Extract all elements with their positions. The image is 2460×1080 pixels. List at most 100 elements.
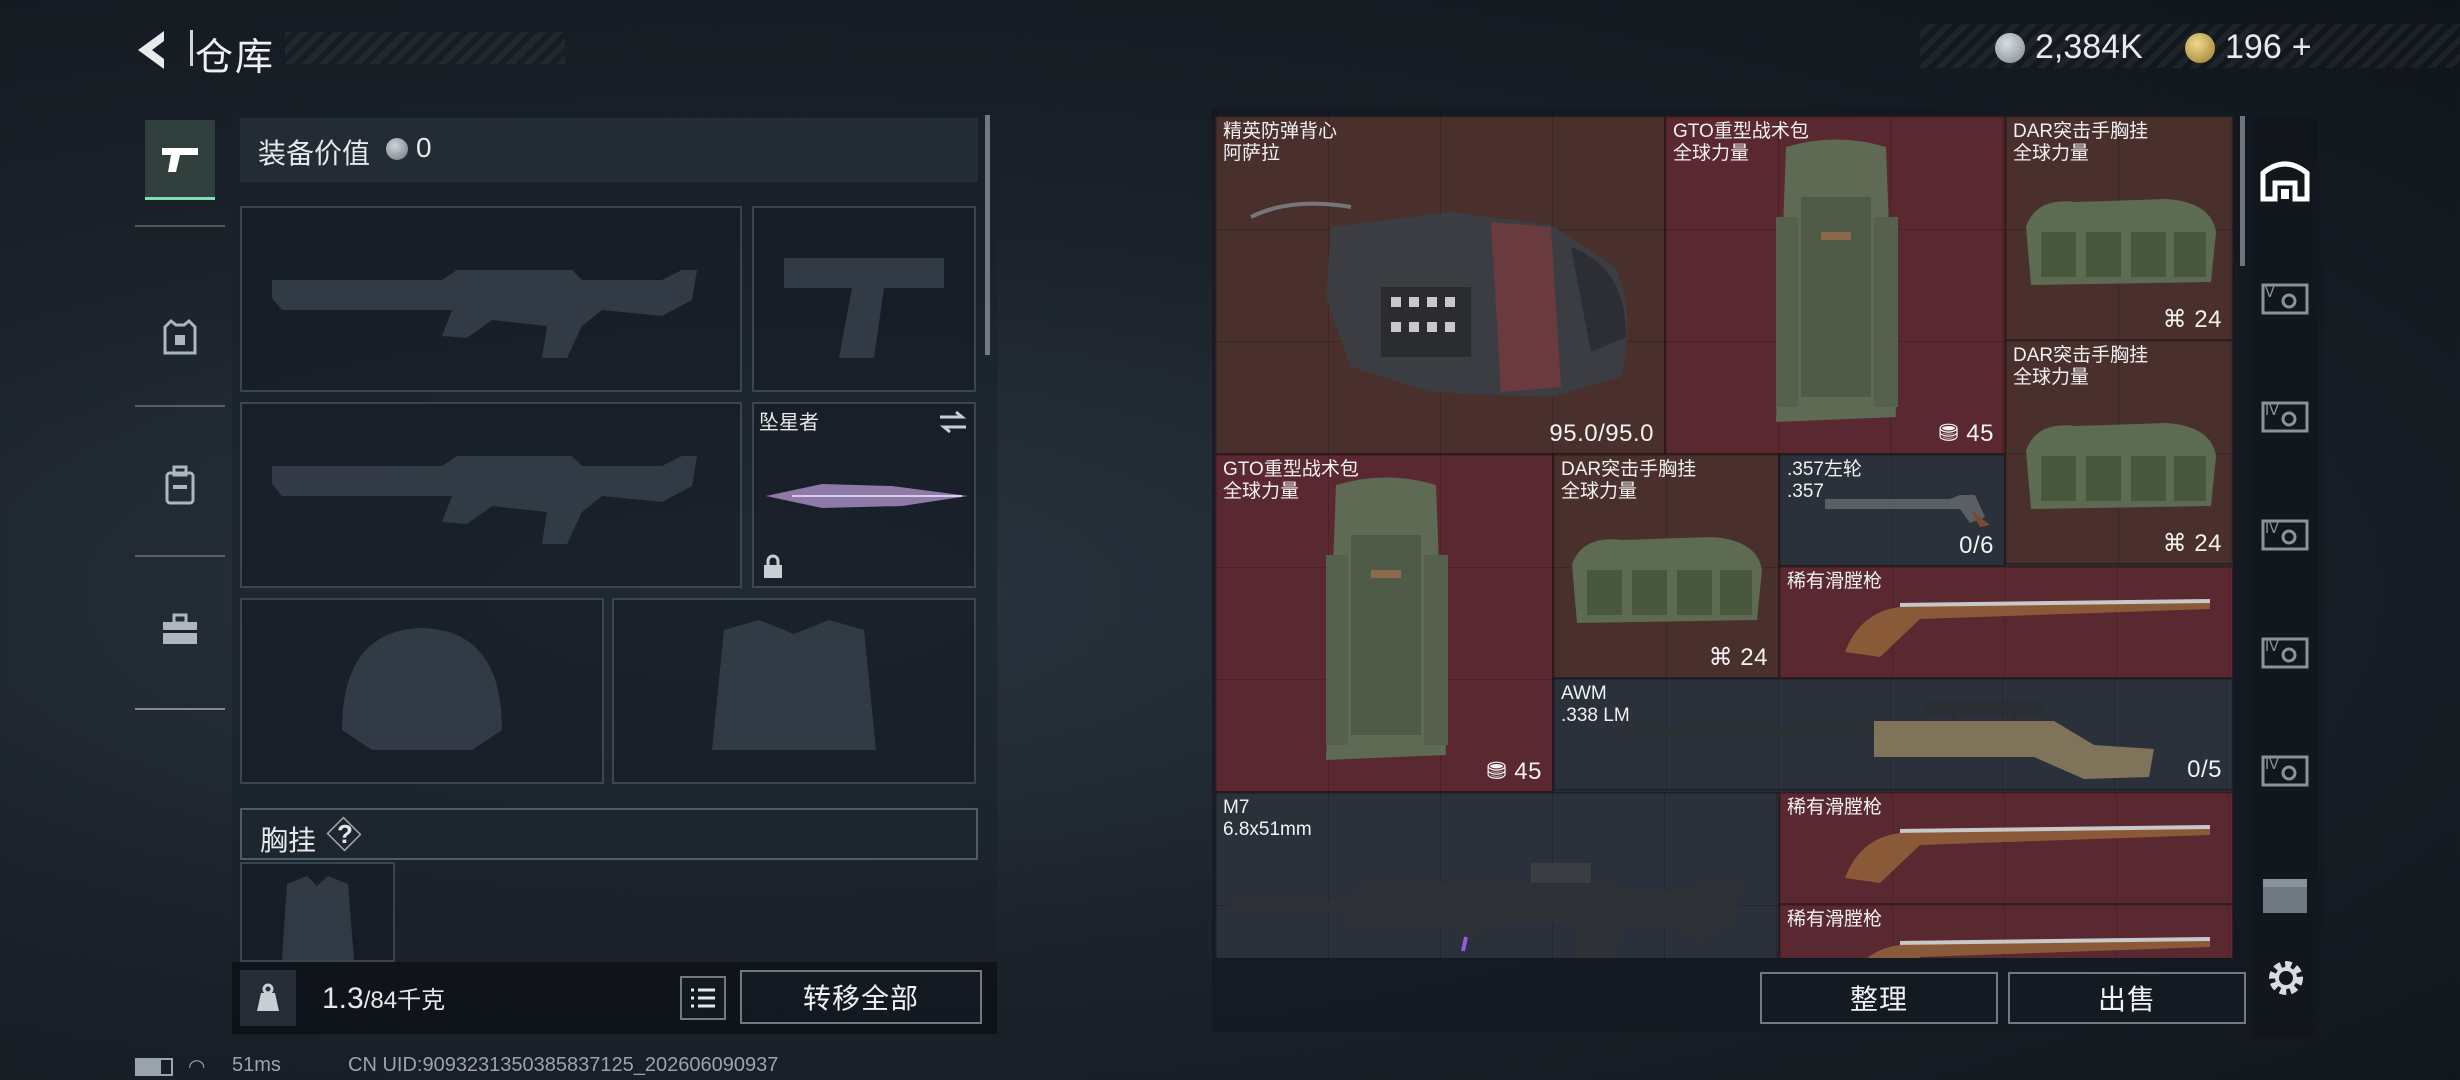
musket-icon: [1845, 825, 2211, 883]
tab-weapons[interactable]: [145, 120, 215, 200]
armor-vest-icon: [1250, 201, 1628, 397]
tab-storage-case-IV-1[interactable]: IV: [2256, 386, 2314, 444]
transfer-all-button[interactable]: 转移全部: [740, 970, 982, 1024]
weight-icon-box: [240, 970, 296, 1026]
list-icon: [691, 988, 715, 1008]
secondary-weapon-slot[interactable]: [240, 402, 742, 588]
svg-text:V: V: [2265, 285, 2275, 301]
item-capacity: ⛃ 45: [1938, 420, 1994, 447]
item-rare-musket-2[interactable]: 稀有滑膛枪: [1779, 792, 2233, 904]
item-dar-rig-1[interactable]: DAR突击手胸挂 全球力量 ⌘ 24: [2005, 116, 2233, 340]
silver-coin-icon: [386, 138, 408, 160]
weight-icon: [257, 983, 279, 1011]
swap-icon[interactable]: [938, 410, 968, 434]
lock-icon: [764, 554, 782, 578]
pistol-icon: [162, 147, 198, 172]
item-awm[interactable]: AWM .338 LM 0/5: [1553, 678, 2233, 790]
backpack-icon: [1776, 139, 1898, 422]
tab-backpack[interactable]: [145, 445, 215, 525]
melee-slot[interactable]: 坠星者: [752, 402, 976, 588]
battery-icon: [135, 1058, 173, 1076]
equipment-value: 0: [416, 132, 432, 163]
tab-storage-home[interactable]: [2256, 150, 2314, 208]
item-dar-rig-2[interactable]: DAR突击手胸挂 全球力量 ⌘ 24: [2005, 340, 2233, 564]
currency-2-add[interactable]: +: [2292, 28, 2312, 67]
storage-scrollbar[interactable]: [2240, 116, 2245, 266]
tab-storage-case-IV-2[interactable]: IV: [2256, 504, 2314, 562]
briefcase-icon: [163, 613, 197, 644]
storage-box-icon: [2263, 879, 2307, 913]
back-button[interactable]: [130, 25, 180, 75]
currency-2[interactable]: 196 +: [2185, 28, 2312, 67]
svg-text:IV: IV: [2265, 757, 2279, 773]
item-name: DAR突击手胸挂 全球力量: [2013, 121, 2149, 164]
revolver-icon: [1825, 495, 1990, 527]
item-name: DAR突击手胸挂 全球力量: [1561, 459, 1697, 502]
gear-icon: [2269, 961, 2303, 995]
chest-rig-icon: [2026, 199, 2216, 285]
organize-button[interactable]: 整理: [1760, 972, 1998, 1024]
tab-case[interactable]: [145, 590, 215, 670]
primary-weapon-slot[interactable]: [240, 206, 742, 392]
case-icon: IV: [2261, 755, 2309, 787]
svg-text:IV: IV: [2265, 521, 2279, 537]
sidearm-slot[interactable]: [752, 206, 976, 392]
tab-armor[interactable]: [145, 298, 215, 378]
loadout-scrollbar[interactable]: [985, 115, 990, 355]
rifle-silhouette-icon: [272, 270, 697, 358]
weight-current: 1.3: [322, 982, 364, 1015]
list-view-button[interactable]: [680, 976, 726, 1020]
body-armor-slot[interactable]: [612, 598, 976, 784]
rifle-icon: [1231, 863, 1741, 958]
item-ammo: 0/6: [1959, 532, 1994, 559]
silver-coin-icon: [1995, 32, 2025, 63]
knife-icon: [766, 484, 968, 508]
item-gto-pack-1[interactable]: GTO重型战术包 全球力量 ⛃ 45: [1665, 116, 2005, 454]
chest-rig-icon: [2026, 423, 2216, 509]
sell-button[interactable]: 出售: [2008, 972, 2246, 1024]
wifi-icon: ◠: [188, 1056, 206, 1078]
item-357-revolver[interactable]: .357左轮 .357 0/6: [1779, 454, 2005, 566]
uid: CN UID:9093231350385837125_202606090937: [348, 1054, 779, 1076]
helmet-silhouette-icon: [342, 628, 502, 750]
helmet-slot[interactable]: [240, 598, 604, 784]
storage-grid: 精英防弹背心 阿萨拉 95.0/95.0 GTO重型战术包 全球力量 ⛃ 45 DA…: [1215, 116, 2233, 958]
tab-storage-case-IV-3[interactable]: IV: [2256, 622, 2314, 680]
case-icon: V: [2261, 283, 2309, 315]
item-gto-pack-2[interactable]: GTO重型战术包 全球力量 ⛃ 45: [1215, 454, 1553, 792]
currency-1[interactable]: 2,384K: [1995, 28, 2143, 67]
item-elite-vest[interactable]: 精英防弹背心 阿萨拉 95.0/95.0: [1215, 116, 1665, 454]
warehouse-icon: [2260, 161, 2310, 202]
chest-rig-slot[interactable]: [240, 862, 395, 962]
svg-text:IV: IV: [2265, 403, 2279, 419]
equipment-value-bar: 装备价值 0: [240, 118, 978, 182]
item-rare-musket-3[interactable]: 稀有滑膛枪: [1779, 904, 2233, 958]
musket-icon: [1845, 599, 2211, 657]
item-m7[interactable]: M7 6.8x51mm: [1215, 792, 1779, 958]
item-capacity: ⌘ 24: [2162, 530, 2222, 557]
settings-button[interactable]: [2262, 954, 2310, 1002]
gold-coin-icon: [2185, 32, 2215, 63]
tab-storage-box[interactable]: [2256, 866, 2314, 924]
item-ammo: 0/5: [2187, 756, 2222, 783]
armor-silhouette-icon: [712, 620, 876, 750]
backpack-icon: [165, 465, 195, 505]
pistol-silhouette-icon: [784, 258, 944, 358]
item-rare-musket-1[interactable]: 稀有滑膛枪: [1779, 566, 2233, 678]
tab-storage-case-IV-4[interactable]: IV: [2256, 740, 2314, 798]
equipment-value-label: 装备价值: [258, 138, 371, 169]
chest-rig-icon: [1572, 537, 1762, 623]
chest-rig-silhouette-icon: [282, 876, 354, 960]
item-capacity: ⌘ 24: [2162, 306, 2222, 333]
sniper-rifle-icon: [1614, 701, 2154, 779]
chest-rig-label: 胸挂: [260, 825, 317, 856]
help-icon[interactable]: ?: [337, 819, 353, 850]
back-arrow-icon: [138, 31, 164, 69]
item-dar-rig-3[interactable]: DAR突击手胸挂 全球力量 ⌘ 24: [1553, 454, 1779, 678]
weight-max: /84千克: [363, 987, 446, 1014]
title-decoration: [285, 32, 565, 64]
item-durability: 95.0/95.0: [1549, 420, 1654, 447]
page-title: 仓库: [195, 37, 276, 79]
tab-storage-case-V[interactable]: V: [2256, 268, 2314, 326]
rifle-silhouette-icon: [272, 456, 697, 544]
